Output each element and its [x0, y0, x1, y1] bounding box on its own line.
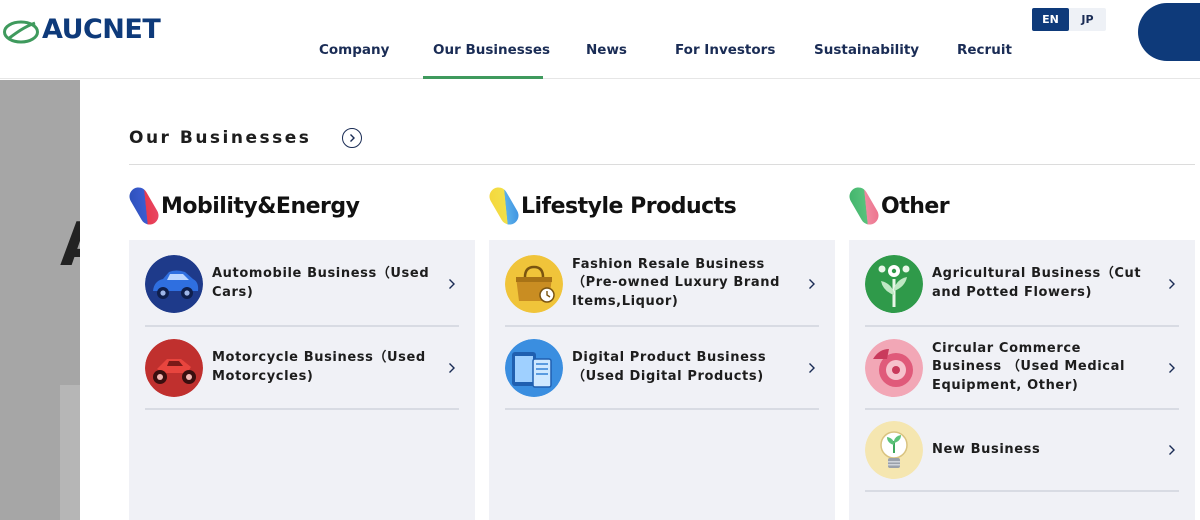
category-title: Mobility&Energy: [161, 193, 360, 219]
nav-our-businesses[interactable]: Our Businesses: [433, 42, 550, 58]
nav-active-indicator: [423, 76, 543, 79]
list-item-label: Fashion Resale Business（Pre-owned Luxury…: [572, 256, 781, 309]
chevron-right-icon: [1165, 277, 1179, 291]
list-item-agricultural[interactable]: Agricultural Business（Cut and Potted Flo…: [865, 242, 1179, 327]
site-header: AUCNET Company Our Businesses News For I…: [0, 0, 1200, 79]
list-item-circular-commerce[interactable]: Circular Commerce Business （Used Medical…: [865, 327, 1179, 410]
capsule-green-pink-icon: [849, 187, 879, 225]
menu-title-arrow-icon[interactable]: [342, 128, 362, 148]
motorcycle-icon: [145, 338, 203, 397]
category-list-lifestyle-products: Fashion Resale Business（Pre-owned Luxury…: [489, 240, 835, 520]
language-switcher: EN JP: [1032, 8, 1106, 31]
lightbulb-sprout-icon: [865, 421, 923, 479]
list-item-label: Agricultural Business（Cut and Potted Flo…: [932, 266, 1142, 300]
list-item-label: New Business: [932, 441, 1041, 457]
list-item-automobile[interactable]: Automobile Business（Used Cars): [145, 242, 459, 327]
menu-title[interactable]: Our Businesses: [129, 128, 311, 148]
category-list-mobility-energy: Automobile Business（Used Cars) Motorcycl…: [129, 240, 475, 520]
list-item-fashion-resale[interactable]: Fashion Resale Business（Pre-owned Luxury…: [505, 242, 819, 327]
list-item-label: Circular Commerce Business （Used Medical…: [932, 340, 1126, 393]
list-item-digital-product[interactable]: Digital Product Business （Used Digital P…: [505, 327, 819, 410]
car-icon: [145, 254, 203, 313]
list-item-new-business[interactable]: New Business: [865, 410, 1179, 492]
aucnet-logo-icon: [3, 20, 39, 43]
category-lifestyle-products: Lifestyle Products: [489, 184, 737, 228]
nav-company[interactable]: Company: [319, 42, 389, 58]
category-mobility-energy: Mobility&Energy: [129, 184, 360, 228]
category-title: Other: [881, 193, 950, 219]
flower-icon: [865, 254, 923, 313]
aucnet-logo[interactable]: AUCNET: [2, 14, 161, 45]
nav-recruit[interactable]: Recruit: [957, 42, 1012, 58]
handbag-icon: [505, 254, 563, 313]
chevron-right-icon: [445, 277, 459, 291]
nav-news[interactable]: News: [586, 42, 627, 58]
backdrop-card: [60, 385, 82, 520]
header-cta-button[interactable]: [1138, 3, 1200, 61]
category-title: Lifestyle Products: [521, 193, 737, 219]
chevron-right-icon: [805, 361, 819, 375]
chevron-right-icon: [1165, 361, 1179, 375]
list-item-label: Digital Product Business （Used Digital P…: [572, 350, 767, 384]
category-list-other: Agricultural Business（Cut and Potted Flo…: [849, 240, 1195, 520]
lang-en-button[interactable]: EN: [1032, 8, 1069, 31]
capsule-red-blue-icon: [129, 187, 159, 225]
chevron-right-icon: [1165, 443, 1179, 457]
brand-name: AUCNET: [42, 14, 161, 45]
list-item-motorcycle[interactable]: Motorcycle Business（Used Motorcycles): [145, 327, 459, 410]
nav-sustainability[interactable]: Sustainability: [814, 42, 919, 58]
lang-jp-button[interactable]: JP: [1069, 8, 1106, 31]
chevron-right-icon: [805, 277, 819, 291]
category-other: Other: [849, 184, 950, 228]
medical-equipment-icon: [865, 338, 923, 397]
capsule-yellow-blue-icon: [489, 187, 519, 225]
list-item-label: Motorcycle Business（Used Motorcycles): [212, 350, 426, 384]
devices-icon: [505, 338, 563, 397]
list-item-label: Automobile Business（Used Cars): [212, 266, 430, 300]
nav-for-investors[interactable]: For Investors: [675, 42, 775, 58]
menu-divider: [129, 164, 1195, 165]
businesses-mega-menu: Our Businesses Mobility&Energy Lifestyle…: [80, 80, 1200, 520]
chevron-right-icon: [445, 361, 459, 375]
